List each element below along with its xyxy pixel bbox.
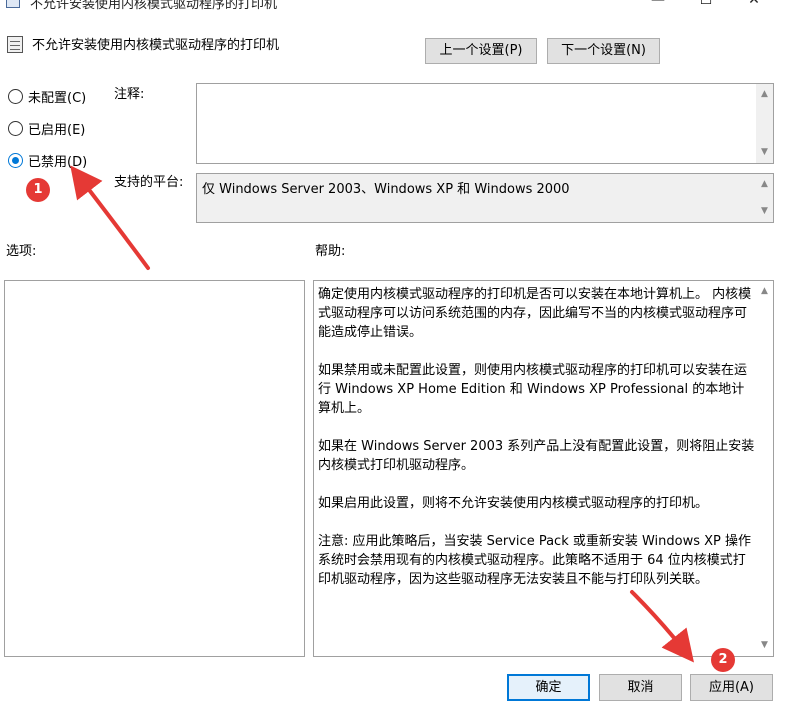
- radio-enabled[interactable]: 已启用(E): [8, 118, 85, 138]
- radio-disabled-label: 已禁用(D): [28, 154, 88, 170]
- options-panel: [4, 280, 305, 657]
- radio-not-configured-circle[interactable]: [8, 88, 23, 104]
- annotation-badge-1: 1: [26, 178, 50, 202]
- annotation-arrow-1: [70, 165, 150, 270]
- comment-textarea[interactable]: ▲ ▼: [196, 83, 774, 164]
- help-label: 帮助:: [315, 244, 346, 259]
- cancel-button[interactable]: 取消: [599, 674, 682, 701]
- help-scrollbar[interactable]: ▲ ▼: [756, 281, 773, 656]
- radio-enabled-circle[interactable]: [8, 120, 23, 136]
- platform-scrollbar[interactable]: ▲ ▼: [756, 174, 773, 222]
- policy-setting-icon: [7, 36, 23, 53]
- minimize-button[interactable]: —: [635, 0, 681, 12]
- window-title: 不允许安装使用内核模式驱动程序的打印机: [30, 0, 278, 12]
- scroll-down-icon[interactable]: ▼: [756, 637, 773, 654]
- scroll-up-icon[interactable]: ▲: [756, 283, 773, 300]
- help-paragraph: 如果禁用或未配置此设置，则使用内核模式驱动程序的打印机可以安装在运行 Windo…: [318, 363, 748, 416]
- help-paragraph: 如果启用此设置，则将不允许安装使用内核模式驱动程序的打印机。: [318, 496, 709, 511]
- help-text: 确定使用内核模式驱动程序的打印机是否可以安装在本地计算机上。 内核模式驱动程序可…: [318, 285, 755, 608]
- radio-disabled[interactable]: 已禁用(D): [8, 150, 87, 170]
- policy-app-icon: [6, 0, 20, 8]
- radio-not-configured[interactable]: 未配置(C): [8, 86, 86, 106]
- next-setting-button[interactable]: 下一个设置(N): [547, 38, 660, 64]
- platform-box: 仅 Windows Server 2003、Windows XP 和 Windo…: [196, 173, 774, 223]
- help-paragraph: 确定使用内核模式驱动程序的打印机是否可以安装在本地计算机上。 内核模式驱动程序可…: [318, 287, 752, 340]
- apply-button[interactable]: 应用(A): [690, 674, 773, 701]
- help-panel: 确定使用内核模式驱动程序的打印机是否可以安装在本地计算机上。 内核模式驱动程序可…: [313, 280, 774, 657]
- help-paragraph: 如果在 Windows Server 2003 系列产品上没有配置此设置，则将阻…: [318, 439, 755, 473]
- close-button[interactable]: ✕: [731, 0, 777, 12]
- comment-scrollbar[interactable]: ▲ ▼: [756, 84, 773, 163]
- radio-enabled-label: 已启用(E): [28, 122, 86, 138]
- annotation-badge-2: 2: [711, 648, 735, 672]
- comment-label: 注释:: [114, 87, 145, 102]
- ok-button[interactable]: 确定: [507, 674, 590, 701]
- maximize-button[interactable]: ☐: [683, 0, 729, 12]
- scroll-down-icon[interactable]: ▼: [756, 203, 773, 220]
- scroll-down-icon[interactable]: ▼: [756, 144, 773, 161]
- platform-label: 支持的平台:: [114, 175, 184, 190]
- platform-value: 仅 Windows Server 2003、Windows XP 和 Windo…: [202, 182, 570, 197]
- radio-not-configured-label: 未配置(C): [28, 90, 87, 106]
- options-label: 选项:: [6, 244, 37, 259]
- setting-title: 不允许安装使用内核模式驱动程序的打印机: [32, 38, 280, 53]
- scroll-up-icon[interactable]: ▲: [756, 86, 773, 103]
- help-paragraph: 注意: 应用此策略后，当安装 Service Pack 或重新安装 Window…: [318, 534, 752, 587]
- previous-setting-button[interactable]: 上一个设置(P): [425, 38, 537, 64]
- title-bar: 不允许安装使用内核模式驱动程序的打印机 — ☐ ✕: [0, 0, 786, 14]
- scroll-up-icon[interactable]: ▲: [756, 176, 773, 193]
- radio-disabled-circle[interactable]: [8, 152, 23, 168]
